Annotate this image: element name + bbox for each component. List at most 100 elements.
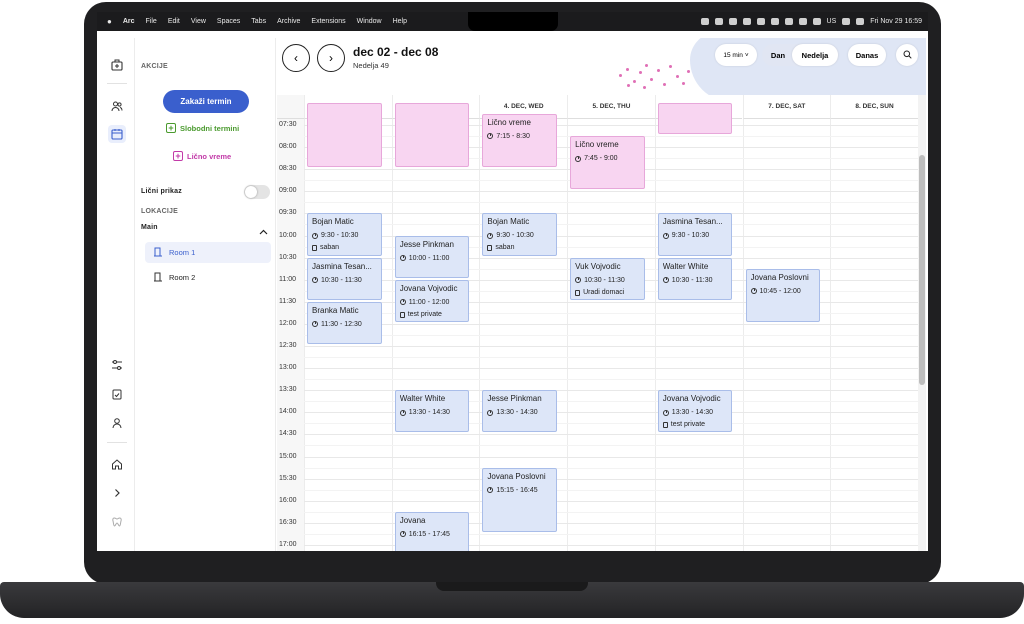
menu-view[interactable]: View: [191, 18, 206, 25]
event-time-text: 10:30 - 11:30: [321, 276, 362, 284]
appointment-event[interactable]: Jasmina Tesan... 10:30 - 11:30: [307, 257, 382, 300]
clock-icon: [399, 409, 406, 416]
calendar-icon[interactable]: [108, 125, 126, 143]
camera-notch: [468, 12, 558, 31]
appointment-event[interactable]: Jasmina Tesan... 9:30 - 10:30: [657, 213, 733, 256]
appointment-event[interactable]: Walter White 10:30 - 11:30: [657, 257, 733, 300]
book-appointment-button[interactable]: Zakaži termin: [163, 90, 249, 113]
search-button[interactable]: [896, 44, 918, 66]
event-time: 10:00 - 11:00: [399, 253, 465, 264]
status-icon[interactable]: [700, 18, 709, 25]
status-icon[interactable]: [742, 18, 751, 25]
menu-edit[interactable]: Edit: [168, 18, 180, 25]
search-icon: [903, 50, 912, 61]
event-time: 10:30 - 11:30: [312, 275, 377, 286]
room-label: Room 2: [169, 273, 196, 282]
status-icon[interactable]: [728, 18, 737, 25]
clock-icon: [487, 232, 494, 239]
appointment-event[interactable]: Jesse Pinkman 10:00 - 11:00: [394, 235, 470, 278]
personal-time-event[interactable]: Lično vreme 7:45 - 9:00: [570, 136, 645, 190]
appointment-event[interactable]: Bojan Matic 9:30 - 10:30 saban: [482, 213, 558, 256]
appointment-event[interactable]: Jovana Vojvodic 13:30 - 14:30 test private: [657, 390, 733, 433]
time-gutter-header: [277, 95, 304, 119]
personal-view-toggle[interactable]: [244, 185, 270, 199]
time-label: 14:30: [279, 430, 297, 438]
users-icon[interactable]: [108, 97, 126, 115]
sliders-icon[interactable]: [108, 356, 126, 374]
personal-time-label: Lično vreme: [187, 151, 232, 161]
room-item-1[interactable]: Room 1: [145, 242, 271, 263]
personal-time-event[interactable]: [307, 102, 382, 168]
menu-file[interactable]: File: [146, 18, 157, 25]
appointment-event[interactable]: Jesse Pinkman 13:30 - 14:30: [482, 390, 558, 433]
today-button[interactable]: Danas: [848, 44, 886, 66]
status-icon[interactable]: [784, 18, 793, 25]
event-time-text: 7:45 - 9:00: [584, 155, 618, 163]
day-header[interactable]: 8. DEC, SUN: [830, 95, 918, 119]
status-icon[interactable]: [770, 18, 779, 25]
time-label: 13:00: [279, 364, 297, 372]
profile-icon[interactable]: [108, 414, 126, 432]
room-item-2[interactable]: Room 2: [145, 267, 271, 288]
input-source[interactable]: US: [827, 18, 837, 25]
event-title: Vuk Vojvodic: [575, 261, 621, 271]
wifi-icon[interactable]: [812, 18, 821, 25]
event-title: Jasmina Tesan...: [312, 261, 372, 271]
event-title: Jesse Pinkman: [399, 239, 454, 249]
prev-week-button[interactable]: ‹: [282, 44, 310, 72]
event-note: saban: [487, 243, 552, 253]
event-note: test private: [399, 310, 465, 320]
menu-arc[interactable]: Arc: [123, 18, 135, 25]
clipboard-check-icon[interactable]: [108, 385, 126, 403]
free-slots-button[interactable]: + Slobodni termini: [166, 123, 239, 133]
interval-select[interactable]: 15 min ˅: [715, 44, 757, 66]
scrollbar-thumb[interactable]: [919, 155, 925, 385]
event-title: Lično vreme: [487, 117, 531, 127]
scrollbar[interactable]: [918, 95, 926, 551]
next-week-button[interactable]: ›: [317, 44, 345, 72]
home-icon[interactable]: [108, 455, 126, 473]
appointment-event[interactable]: Bojan Matic 9:30 - 10:30 saban: [307, 213, 382, 256]
note-icon: [399, 311, 405, 318]
menu-extensions[interactable]: Extensions: [311, 18, 345, 25]
menu-tabs[interactable]: Tabs: [251, 18, 266, 25]
slot-line: [304, 478, 918, 480]
clock-icon: [662, 277, 669, 284]
day-header[interactable]: 7. DEC, SAT: [742, 95, 831, 119]
appointment-event[interactable]: Jovana Poslovni 15:15 - 16:45: [482, 467, 558, 532]
apple-icon[interactable]: ●: [107, 17, 112, 26]
appointment-event[interactable]: Vuk Vojvodic 10:30 - 11:30 Uradi domaci: [570, 257, 645, 300]
status-icon[interactable]: [756, 18, 765, 25]
appointment-event[interactable]: Jovana Vojvodic 11:00 - 12:00 test private: [394, 279, 470, 322]
view-day-button[interactable]: Dan: [763, 44, 793, 66]
personal-time-event[interactable]: Lično vreme 7:15 - 8:30: [482, 113, 558, 168]
chevron-up-icon[interactable]: [259, 223, 268, 241]
event-time: 13:30 - 14:30: [399, 407, 465, 418]
event-title: Walter White: [399, 394, 446, 404]
appointment-event[interactable]: Walter White 13:30 - 14:30: [394, 390, 470, 433]
location-group-main[interactable]: Main: [141, 224, 158, 231]
chevron-right-icon[interactable]: [108, 484, 126, 502]
day-header[interactable]: 5. DEC, THU: [567, 95, 655, 119]
menu-help[interactable]: Help: [393, 18, 407, 25]
status-icon[interactable]: [714, 18, 723, 25]
personal-time-event[interactable]: [657, 102, 733, 135]
personal-time-event[interactable]: [394, 102, 470, 168]
slot-line-minor: [304, 202, 918, 204]
time-label: 14:00: [279, 408, 297, 416]
personal-time-button[interactable]: + Lično vreme: [173, 151, 231, 161]
view-week-button[interactable]: Nedelja: [792, 44, 838, 66]
appointment-event[interactable]: Branka Matic 11:30 - 12:30: [307, 301, 382, 344]
clinic-icon[interactable]: [108, 56, 126, 74]
clock-icon: [399, 299, 406, 306]
menu-window[interactable]: Window: [357, 18, 382, 25]
control-center-icon[interactable]: [856, 18, 865, 25]
appointment-event[interactable]: Jovana 16:15 - 17:45: [394, 511, 470, 551]
menu-archive[interactable]: Archive: [277, 18, 300, 25]
slot-line-minor: [304, 489, 918, 491]
appointment-event[interactable]: Jovana Poslovni 10:45 - 12:00: [745, 268, 821, 322]
clock[interactable]: Fri Nov 29 16:59: [870, 18, 922, 25]
battery-icon[interactable]: [798, 18, 807, 25]
search-icon[interactable]: [842, 18, 851, 25]
menu-spaces[interactable]: Spaces: [217, 18, 240, 25]
